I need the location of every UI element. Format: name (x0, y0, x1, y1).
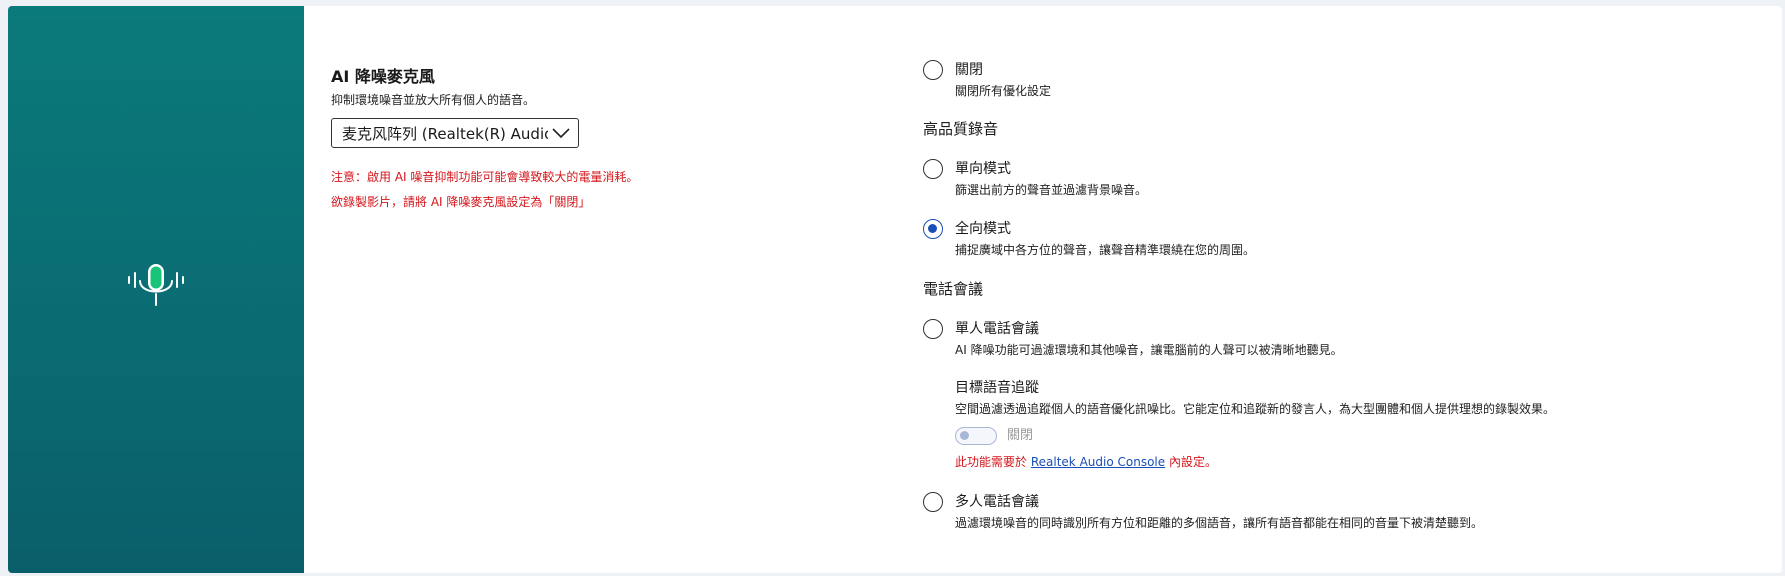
ai-mic-section: AI 降噪麥克風 抑制環境噪音並放大所有個人的語音。 麦克风阵列 (Realte… (331, 66, 891, 211)
realtek-console-link[interactable]: Realtek Audio Console (1031, 455, 1165, 469)
option-multi-call-desc: 過濾環境噪音的同時識別所有方位和距離的多個語音，讓所有語音都能在相同的音量下被清… (955, 516, 1484, 530)
toggle-knob (960, 431, 969, 440)
option-unidirectional-desc: 篩選出前方的聲音並過濾背景噪音。 (955, 183, 1148, 197)
ai-mic-title: AI 降噪麥克風 (331, 67, 435, 86)
power-warning: 注意：啟用 AI 噪音抑制功能可能會導致較大的電量消耗。 (331, 170, 639, 184)
selected-device-label: 麦克风阵列 (Realtek(R) Audio) (342, 124, 548, 143)
option-off-desc: 關閉所有優化設定 (955, 84, 1052, 98)
sidebar-panel (8, 6, 304, 573)
chevron-down-icon (552, 128, 570, 139)
radio-multi-call[interactable] (923, 492, 943, 512)
voice-tracking-desc: 空間過濾透過追蹤個人的語音優化訊噪比。它能定位和追蹤新的發言人，為大型團體和個人… (955, 402, 1556, 416)
realtek-note: 此功能需要於 Realtek Audio Console 內設定。 (955, 453, 1217, 471)
hq-recording-title: 高品質錄音 (923, 120, 999, 138)
option-unidirectional-label: 單向模式 (955, 161, 1011, 177)
realtek-note-suffix: 內設定。 (1168, 455, 1217, 469)
option-off-label: 關閉 (955, 62, 983, 78)
voice-tracking-toggle-label: 關閉 (1007, 428, 1034, 443)
conference-call-title: 電話會議 (923, 280, 984, 298)
option-single-call-desc: AI 降噪功能可過濾環境和其他噪音，讓電腦前的人聲可以被清晰地聽見。 (955, 343, 1343, 357)
microphone-device-select[interactable]: 麦克风阵列 (Realtek(R) Audio) (331, 118, 579, 148)
settings-window: AI 降噪麥克風 抑制環境噪音並放大所有個人的語音。 麦克风阵列 (Realte… (8, 6, 1782, 573)
radio-omnidirectional[interactable] (923, 219, 943, 239)
video-recording-warning: 欲錄製影片，請將 AI 降噪麥克風設定為「關閉」 (331, 195, 591, 209)
realtek-note-prefix: 此功能需要於 (955, 455, 1028, 469)
microphone-icon (128, 264, 184, 306)
voice-tracking-title: 目標語音追蹤 (955, 380, 1039, 396)
option-single-call-label: 單人電話會議 (955, 321, 1039, 337)
option-omnidirectional-desc: 捕捉廣域中各方位的聲音，讓聲音精準環繞在您的周圍。 (955, 243, 1256, 257)
voice-tracking-toggle[interactable] (955, 427, 997, 445)
radio-off[interactable] (923, 60, 943, 80)
radio-unidirectional[interactable] (923, 159, 943, 179)
option-multi-call-label: 多人電話會議 (955, 494, 1039, 510)
radio-single-call[interactable] (923, 319, 943, 339)
ai-mic-description: 抑制環境噪音並放大所有個人的語音。 (331, 93, 536, 107)
option-omnidirectional-label: 全向模式 (955, 221, 1011, 237)
